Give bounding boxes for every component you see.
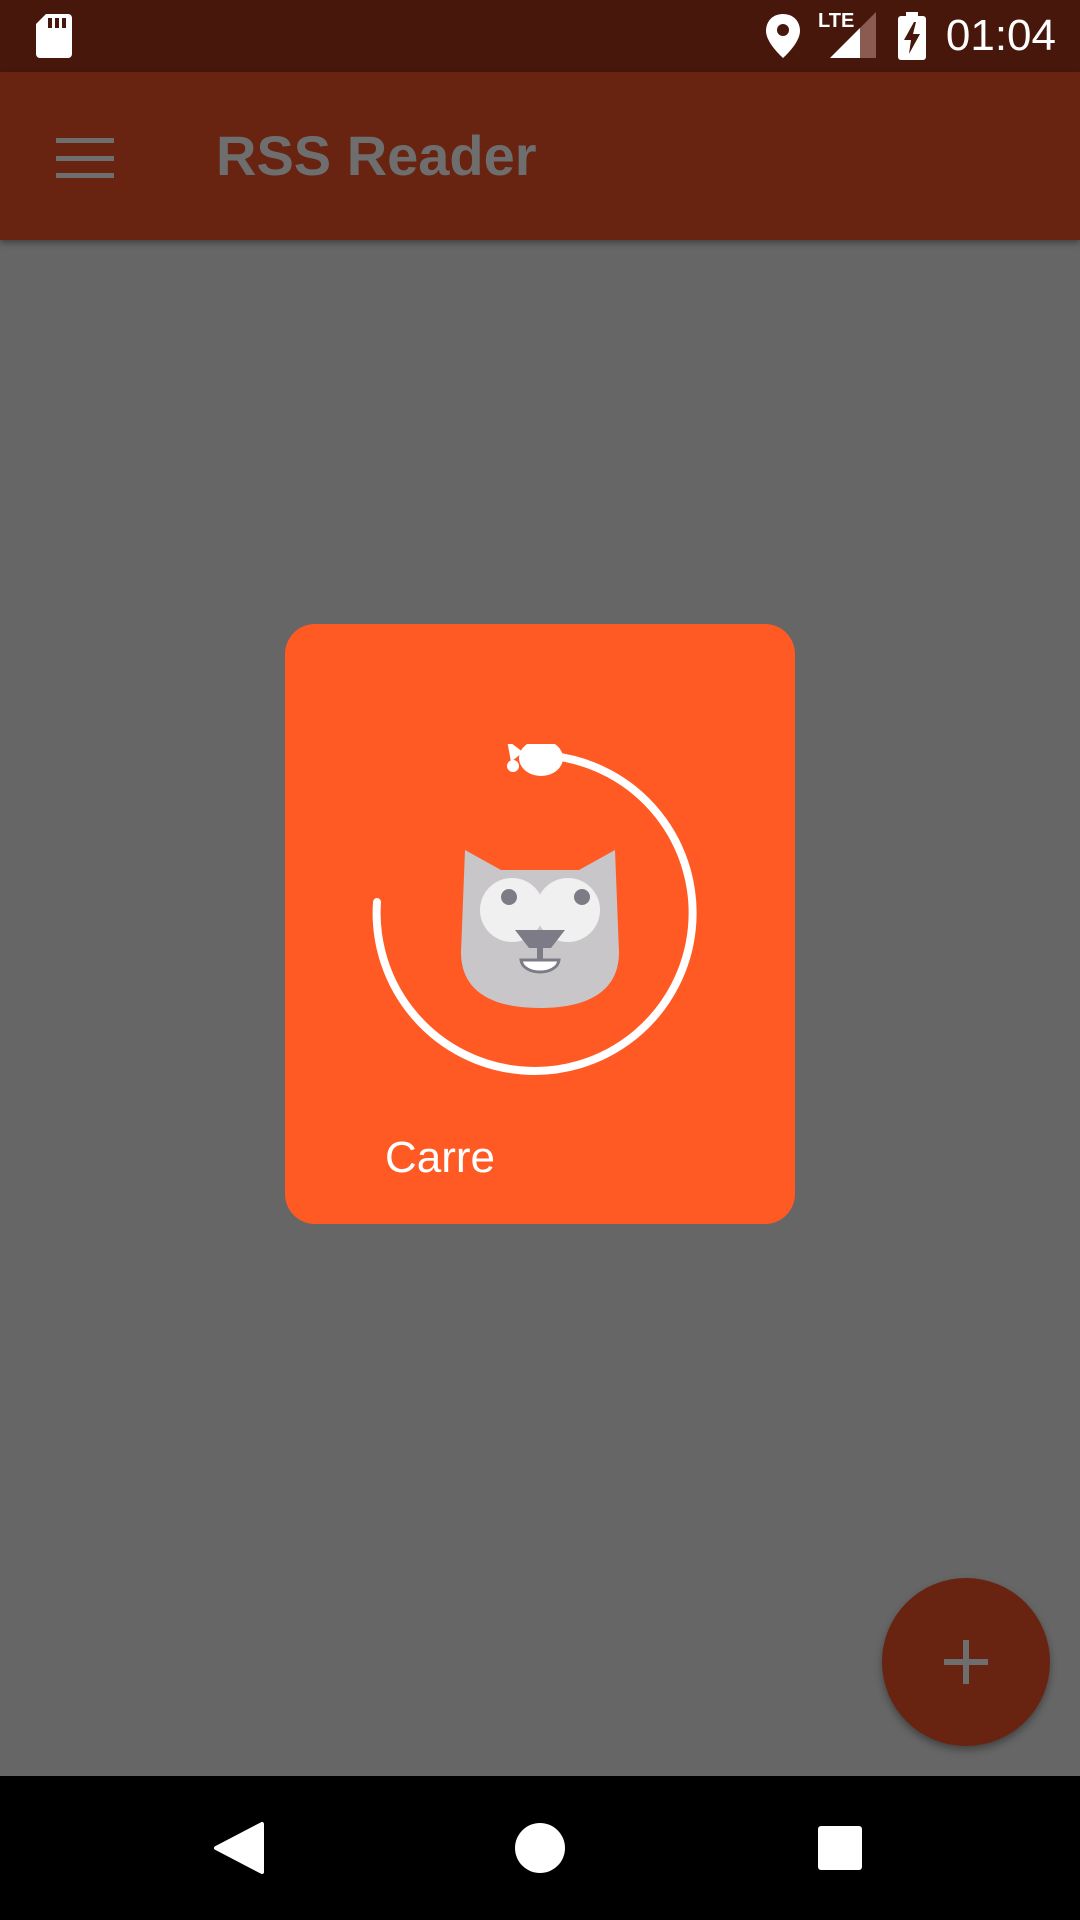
battery-charging-icon — [898, 12, 926, 60]
recents-button[interactable] — [800, 1808, 880, 1888]
home-button[interactable] — [500, 1808, 580, 1888]
cat-face-icon — [461, 850, 619, 1008]
menu-button[interactable] — [36, 116, 132, 196]
app-bar: RSS Reader — [0, 72, 1080, 240]
navigation-bar — [0, 1776, 1080, 1920]
back-button[interactable] — [200, 1808, 280, 1888]
hamburger-menu-icon — [56, 138, 114, 178]
plus-icon — [944, 1640, 988, 1684]
network-type-label: LTE — [818, 10, 855, 32]
app-title: RSS Reader — [216, 124, 537, 187]
recents-icon — [818, 1826, 862, 1870]
add-feed-button[interactable] — [882, 1578, 1050, 1746]
status-time: 01:04 — [945, 11, 1056, 60]
status-bar: LTE 01:04 — [0, 0, 1080, 72]
sd-card-icon — [36, 14, 72, 58]
location-icon — [766, 14, 800, 58]
home-icon — [515, 1823, 565, 1873]
loading-dialog: Carre — [285, 624, 795, 1224]
back-icon — [214, 1822, 264, 1874]
dialog-label: Carre — [385, 1133, 496, 1182]
